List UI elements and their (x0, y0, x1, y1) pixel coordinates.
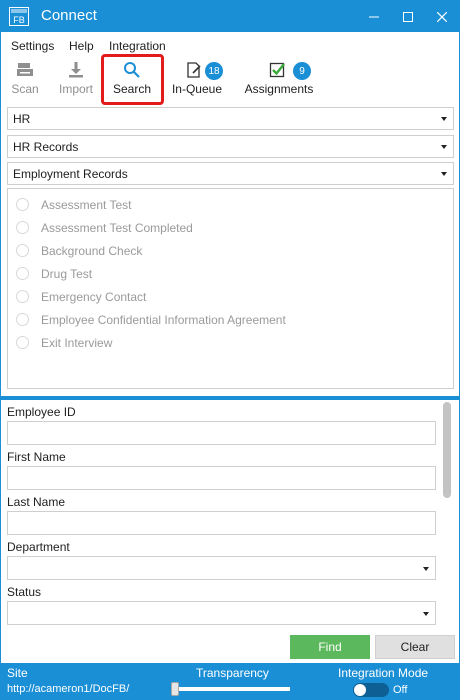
chevron-down-icon (423, 612, 429, 616)
in-queue-count-badge: 18 (205, 62, 223, 80)
scanner-icon (17, 63, 33, 76)
radio-button[interactable] (16, 336, 29, 349)
menu-settings[interactable]: Settings (11, 39, 54, 53)
import-button[interactable]: Import (55, 58, 97, 100)
panel-splitter[interactable] (1, 396, 459, 400)
site-url: http://acameron1/DocFB/ (7, 683, 130, 695)
document-type-dropdown-value: Employment Records (13, 167, 128, 181)
window-title: Connect (41, 7, 97, 24)
status-bar: Site http://acameron1/DocFB/ Transparenc… (1, 663, 459, 700)
in-queue-button[interactable]: 18 In-Queue (167, 58, 227, 100)
scan-button[interactable]: Scan (9, 58, 41, 100)
transparency-slider-track[interactable] (173, 687, 290, 691)
list-item-label: Employee Confidential Information Agreem… (41, 313, 286, 327)
assignments-count-badge: 9 (293, 62, 311, 80)
last-name-input[interactable] (8, 512, 435, 534)
employee-id-label: Employee ID (7, 405, 76, 419)
department-select[interactable] (7, 556, 436, 580)
radio-button[interactable] (16, 244, 29, 257)
last-name-label: Last Name (7, 495, 66, 509)
scan-label: Scan (11, 82, 39, 96)
import-icon (69, 62, 83, 78)
radio-button[interactable] (16, 221, 29, 234)
menu-integration[interactable]: Integration (109, 39, 166, 53)
integration-mode-label: Integration Mode (338, 666, 429, 680)
employee-id-input[interactable] (8, 422, 435, 444)
status-label: Status (7, 585, 42, 599)
transparency-label: Transparency (196, 666, 269, 680)
svg-text:FB: FB (13, 15, 25, 25)
form-scrollbar[interactable] (443, 402, 451, 498)
minimize-icon (369, 16, 379, 17)
last-name-field[interactable] (7, 511, 436, 535)
import-label: Import (58, 82, 93, 96)
title-bar: FB Connect (1, 1, 459, 32)
menu-help[interactable]: Help (69, 39, 94, 53)
radio-button[interactable] (16, 198, 29, 211)
department-dropdown-value: HR (13, 112, 31, 126)
list-item-label: Emergency Contact (41, 290, 147, 304)
cabinet-dropdown-value: HR Records (13, 140, 79, 154)
maximize-icon (403, 11, 413, 22)
list-item-label: Background Check (41, 244, 143, 258)
in-queue-label: In-Queue (171, 82, 223, 96)
list-item-label: Assessment Test (41, 198, 132, 212)
menu-bar: Settings Help Integration (1, 32, 459, 56)
first-name-field[interactable] (7, 466, 436, 490)
employee-id-field[interactable] (7, 421, 436, 445)
radio-button[interactable] (16, 290, 29, 303)
list-item-label: Assessment Test Completed (41, 221, 193, 235)
checkbox-checked-icon (269, 62, 285, 78)
clear-button[interactable]: Clear (375, 635, 455, 659)
transparency-slider-thumb[interactable] (171, 682, 179, 696)
list-item-label: Exit Interview (41, 336, 113, 350)
radio-button[interactable] (16, 267, 29, 280)
chevron-down-icon (441, 172, 447, 176)
status-select[interactable] (7, 601, 436, 625)
toolbar: Scan Import Search 18 In-Queue 9 Assignm… (1, 56, 459, 102)
cabinet-dropdown[interactable]: HR Records (7, 135, 454, 158)
department-dropdown[interactable]: HR (7, 107, 454, 130)
close-button[interactable] (425, 1, 459, 32)
document-type-list: Assessment Test Assessment Test Complete… (7, 188, 454, 389)
chevron-down-icon (441, 145, 447, 149)
app-window: FB Connect Settings Help Integration Sca… (0, 0, 460, 700)
search-highlight-box (101, 54, 164, 105)
toggle-knob (354, 684, 366, 696)
maximize-button[interactable] (391, 1, 425, 32)
integration-mode-toggle[interactable] (353, 683, 389, 697)
chevron-down-icon (423, 567, 429, 571)
list-item-label: Drug Test (41, 267, 93, 281)
radio-button[interactable] (16, 313, 29, 326)
chevron-down-icon (441, 117, 447, 121)
document-type-dropdown[interactable]: Employment Records (7, 162, 454, 185)
app-logo-icon: FB (9, 7, 29, 26)
close-icon (437, 11, 447, 22)
integration-mode-state: Off (393, 684, 408, 696)
site-label: Site (7, 666, 28, 680)
minimize-button[interactable] (357, 1, 391, 32)
find-button[interactable]: Find (290, 635, 370, 659)
department-label: Department (7, 540, 70, 554)
edit-document-icon (187, 62, 201, 78)
first-name-label: First Name (7, 450, 66, 464)
assignments-button[interactable]: 9 Assignments (241, 58, 317, 100)
first-name-input[interactable] (8, 467, 435, 489)
assignments-label: Assignments (244, 82, 314, 96)
